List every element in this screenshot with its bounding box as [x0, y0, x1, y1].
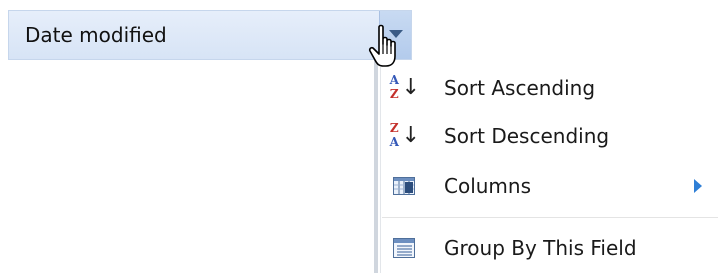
menu-separator [382, 217, 718, 218]
menu-item-label: Sort Descending [444, 124, 610, 148]
menu-item-group-by-this-field[interactable]: Group By This Field [382, 222, 718, 273]
grid-header-area: Date modified A Z ↓ Sort Ascending Z A ↓… [0, 0, 718, 273]
menu-item-sort-descending[interactable]: Z A ↓ Sort Descending [382, 110, 718, 162]
group-by-icon [388, 232, 420, 264]
menu-shadow-edge [374, 60, 378, 273]
submenu-arrow-icon [694, 179, 702, 193]
column-context-menu: A Z ↓ Sort Ascending Z A ↓ Sort Descendi… [374, 60, 718, 273]
column-header-date-modified[interactable]: Date modified [8, 10, 412, 60]
columns-icon [388, 170, 420, 202]
menu-item-label: Group By This Field [444, 236, 637, 260]
menu-item-columns[interactable]: Columns [382, 160, 718, 212]
column-header-label: Date modified [25, 23, 167, 47]
menu-item-label: Columns [444, 174, 532, 198]
menu-item-label: Sort Ascending [444, 76, 596, 100]
sort-ascending-icon: A Z ↓ [389, 73, 420, 101]
sort-descending-icon: Z A ↓ [389, 121, 420, 149]
hand-pointer-cursor-icon [368, 24, 396, 67]
menu-icon-gutter-divider [380, 60, 381, 273]
menu-item-sort-ascending[interactable]: A Z ↓ Sort Ascending [382, 62, 718, 114]
